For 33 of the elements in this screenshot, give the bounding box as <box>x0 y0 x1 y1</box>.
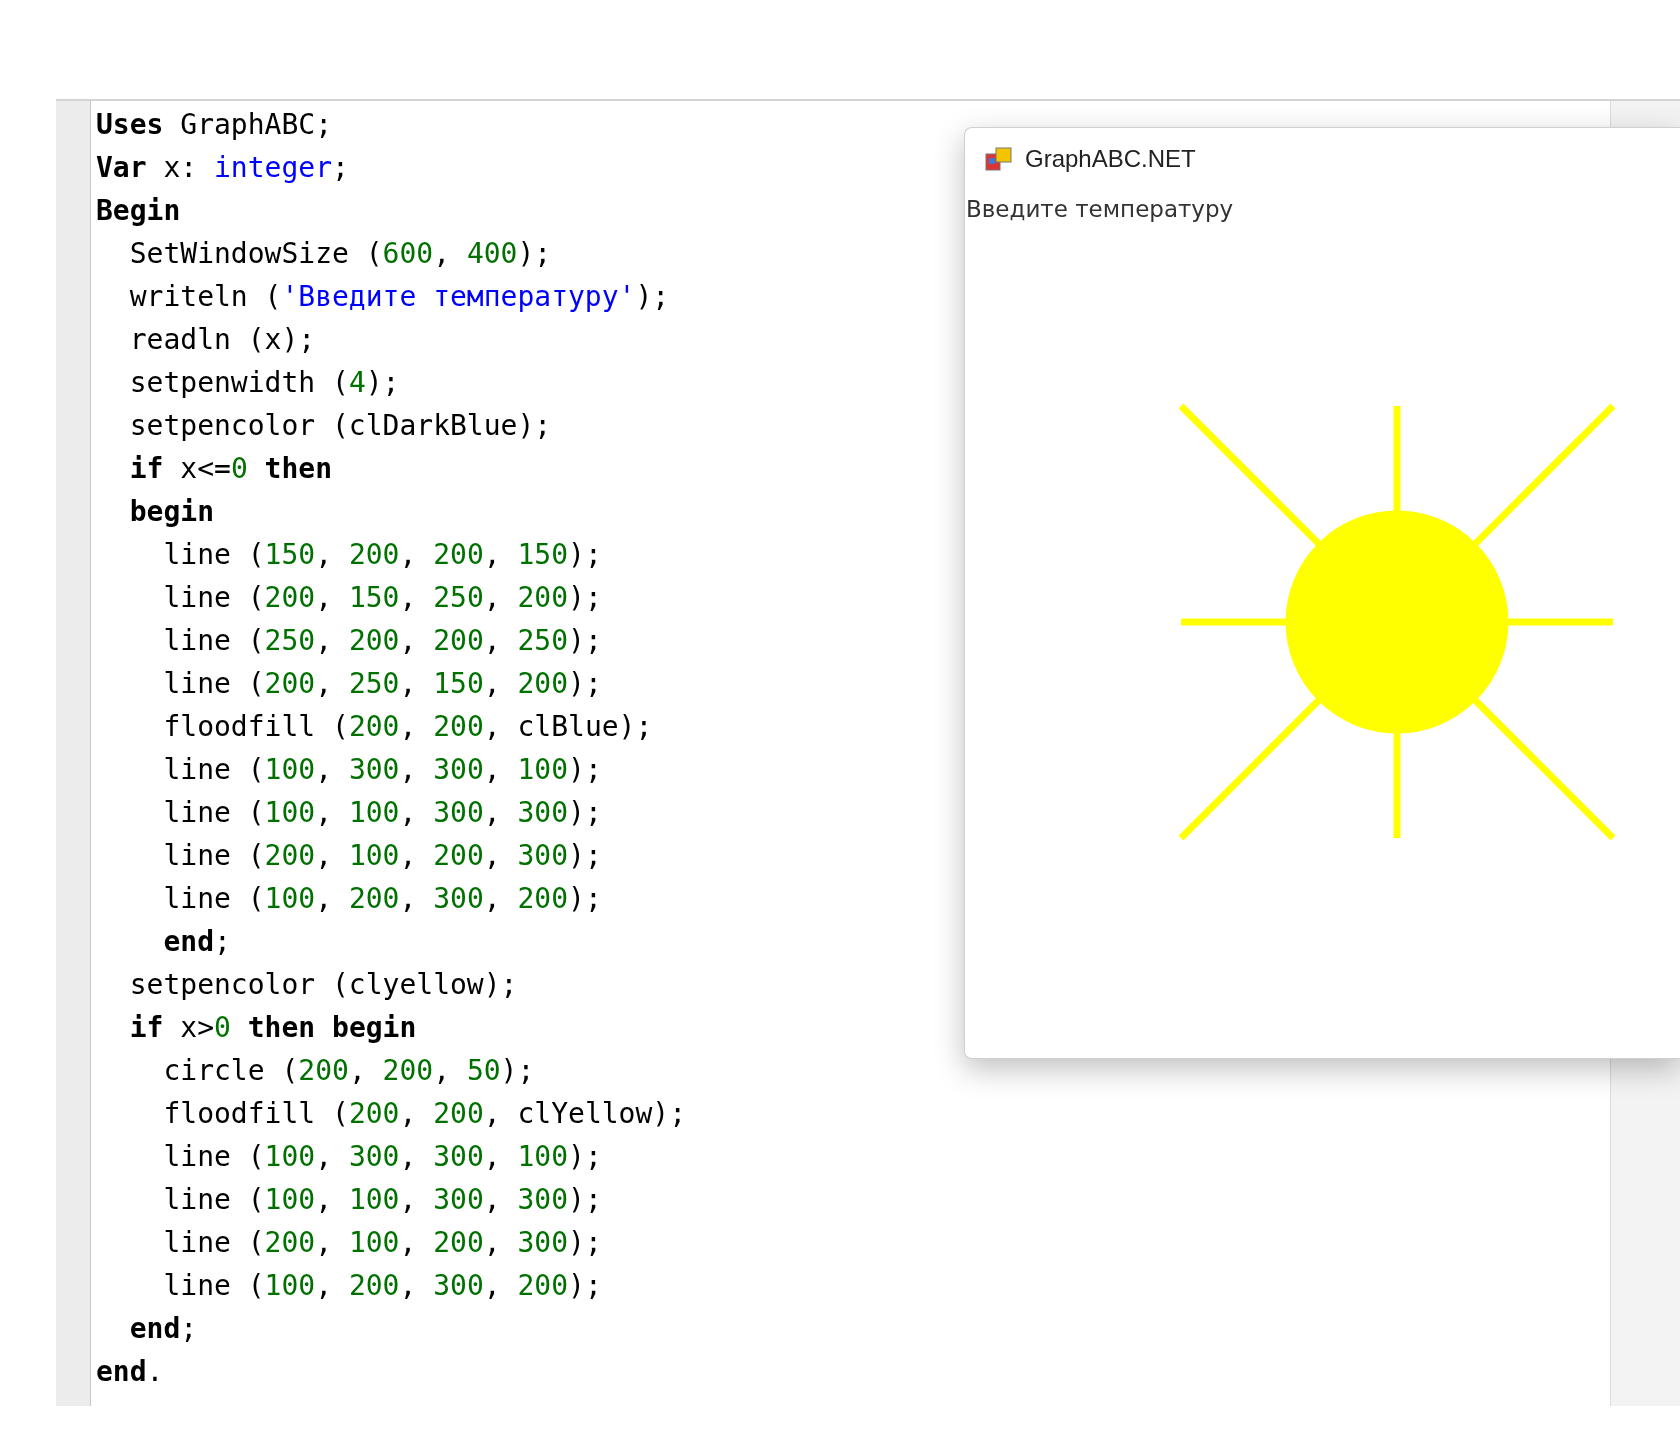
code-line: line (100, 200, 300, 200); <box>162 1268 602 1304</box>
code-line: line (200, 250, 150, 200); <box>162 666 602 702</box>
code-line: line (250, 200, 200, 250); <box>162 623 602 659</box>
code-line: line (200, 100, 200, 300); <box>162 838 602 874</box>
code-line: if x>0 then begin <box>128 1010 417 1046</box>
code-line: line (200, 150, 250, 200); <box>162 580 602 616</box>
code-line: Uses GraphABC; <box>96 107 332 143</box>
code-line: Begin <box>96 193 181 229</box>
code-line: circle (200, 200, 50); <box>162 1053 535 1089</box>
code-line: setpencolor (clyellow); <box>128 967 518 1003</box>
code-line: writeln ('Введите температуру'); <box>128 279 670 315</box>
code-line: SetWindowSize (600, 400); <box>128 236 552 272</box>
code-line: begin <box>128 494 214 530</box>
code-line: line (100, 300, 300, 100); <box>162 752 602 788</box>
code-line: floodfill (200, 200, clYellow); <box>162 1096 687 1132</box>
code-line: Var x: integer; <box>96 150 349 186</box>
app-icon <box>985 146 1013 172</box>
code-line: line (100, 100, 300, 300); <box>162 1182 602 1218</box>
code-line: end; <box>162 924 231 960</box>
prompt-text: Введите температуру <box>966 196 1234 222</box>
code-line: setpenwidth (4); <box>128 365 400 401</box>
code-line: readln (x); <box>128 322 316 358</box>
code-line: setpencolor (clDarkBlue); <box>128 408 552 444</box>
code-line: end; <box>128 1311 198 1347</box>
code-line: line (200, 100, 200, 300); <box>162 1225 602 1261</box>
code-line: if x<=0 then <box>128 451 333 487</box>
window-title: GraphABC.NET <box>1025 145 1196 173</box>
code-line: line (100, 300, 300, 100); <box>162 1139 602 1175</box>
code-line: line (100, 100, 300, 300); <box>162 795 602 831</box>
code-line: floodfill (200, 200, clBlue); <box>162 709 653 745</box>
code-line: line (150, 200, 200, 150); <box>162 537 602 573</box>
code-line: line (100, 200, 300, 200); <box>162 881 602 917</box>
code-line: end. <box>96 1354 164 1390</box>
